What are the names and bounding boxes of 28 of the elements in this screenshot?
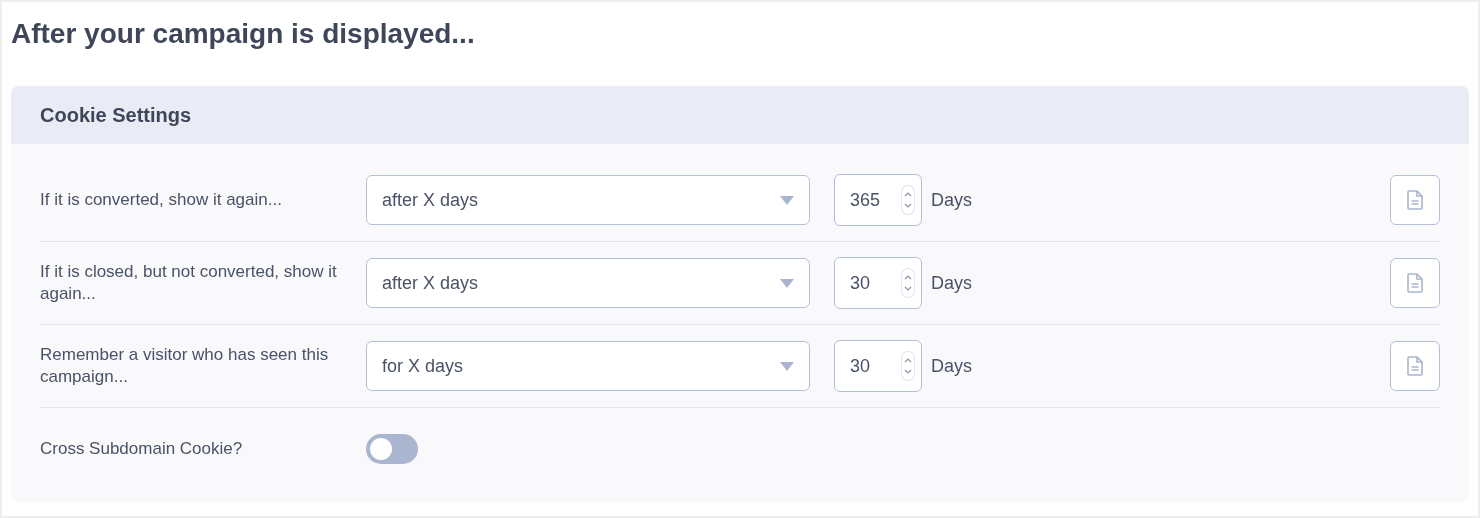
document-icon [1407,190,1423,210]
dropdown-caret-icon [780,278,794,288]
dropdown-select[interactable]: for X days [366,341,810,391]
document-button[interactable] [1390,258,1440,308]
setting-label: Remember a visitor who has seen this campaign... [40,344,330,388]
document-button[interactable] [1390,175,1440,225]
setting-label: If it is closed, but not converted, show it again... [40,261,338,305]
stepper-icon[interactable] [901,268,915,298]
unit-label: Days [931,271,972,295]
number-input[interactable]: 30 [834,257,922,309]
number-input[interactable]: 30 [834,340,922,392]
document-icon [1407,356,1423,376]
dropdown-select[interactable]: after X days [366,175,810,225]
dropdown-caret-icon [780,195,794,205]
document-button[interactable] [1390,341,1440,391]
toggle-switch[interactable] [366,434,418,464]
section-title: Cookie Settings [40,103,192,128]
stepper-icon[interactable] [901,185,915,215]
dropdown-select[interactable]: after X days [366,258,810,308]
unit-label: Days [931,354,972,378]
setting-label: If it is converted, show it again... [40,189,283,211]
page-title: After your campaign is displayed... [11,17,476,51]
setting-label: Cross Subdomain Cookie? [40,438,244,461]
unit-label: Days [931,188,972,212]
stepper-icon[interactable] [901,351,915,381]
dropdown-caret-icon [780,361,794,371]
document-icon [1407,273,1423,293]
number-input[interactable]: 365 [834,174,922,226]
